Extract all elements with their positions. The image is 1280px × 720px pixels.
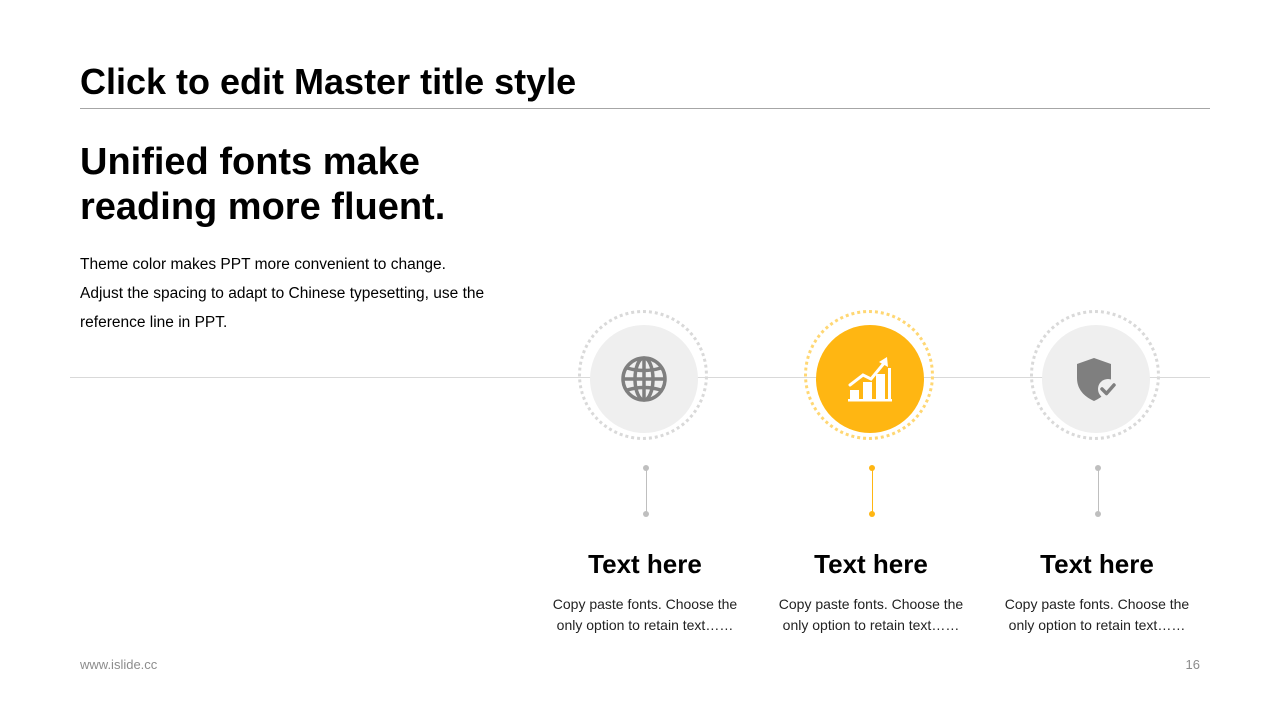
item-description[interactable]: Copy paste fonts. Choose the only option… — [540, 594, 750, 636]
connector — [1095, 465, 1101, 517]
globe-icon — [621, 356, 667, 402]
slide: Click to edit Master title style Unified… — [0, 0, 1280, 720]
title-divider — [80, 108, 1210, 109]
growth-chart-icon — [848, 357, 892, 402]
icon-disc — [590, 325, 698, 433]
headline[interactable]: Unified fonts make reading more fluent. — [80, 140, 540, 230]
item-description[interactable]: Copy paste fonts. Choose the only option… — [766, 594, 976, 636]
feature-item-1: Text here Copy paste fonts. Choose the o… — [515, 310, 775, 640]
feature-item-3: Text here Copy paste fonts. Choose the o… — [967, 310, 1227, 640]
body-text[interactable]: Theme color makes PPT more convenient to… — [80, 250, 540, 337]
body-line-1: Theme color makes PPT more convenient to… — [80, 256, 446, 273]
connector — [869, 465, 875, 517]
icon-disc — [816, 325, 924, 433]
connector — [643, 465, 649, 517]
feature-item-2: Text here Copy paste fonts. Choose the o… — [741, 310, 1001, 640]
page-title[interactable]: Click to edit Master title style — [80, 60, 576, 104]
shield-check-icon — [1077, 358, 1118, 401]
body-line-2: Adjust the spacing to adapt to Chinese t… — [80, 285, 485, 331]
page-number: 16 — [1185, 657, 1200, 672]
item-title[interactable]: Text here — [741, 548, 1001, 580]
item-description[interactable]: Copy paste fonts. Choose the only option… — [992, 594, 1202, 636]
footer-url: www.islide.cc — [80, 657, 158, 672]
icon-disc — [1042, 325, 1150, 433]
item-title[interactable]: Text here — [515, 548, 775, 580]
item-title[interactable]: Text here — [967, 548, 1227, 580]
